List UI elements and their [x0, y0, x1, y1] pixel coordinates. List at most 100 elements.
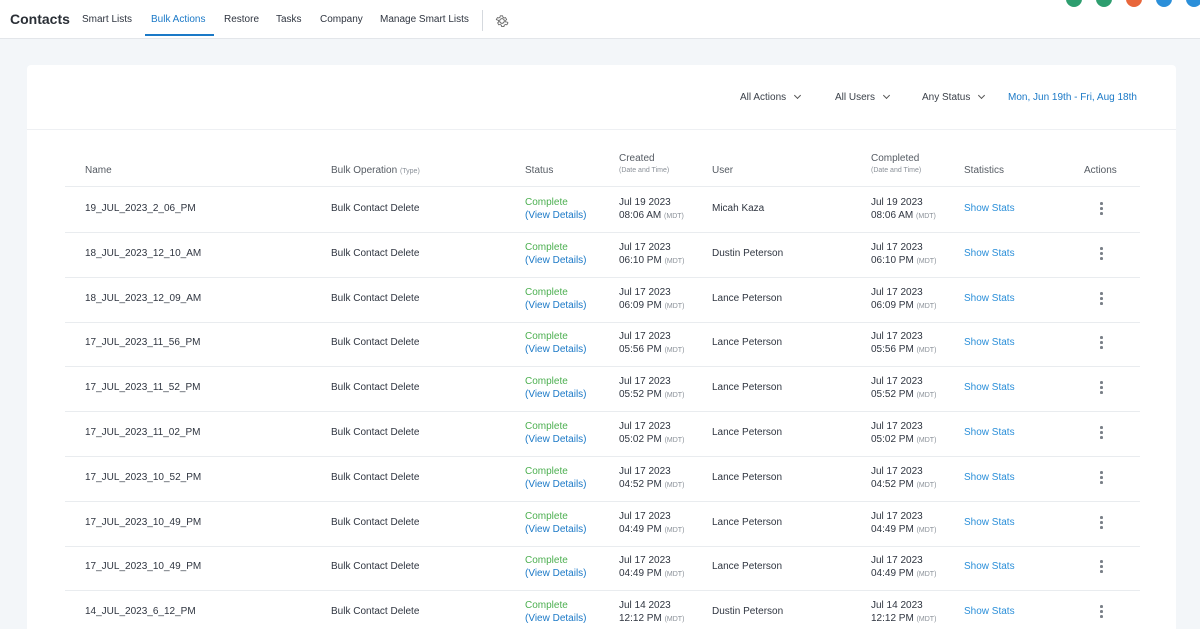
users-filter-dropdown[interactable]: All Users	[835, 91, 891, 103]
completed-timezone: (MDT)	[916, 437, 937, 444]
cell-completed-date: Jul 17 2023	[871, 242, 923, 253]
show-stats-link[interactable]: Show Stats	[964, 606, 1015, 617]
avatar[interactable]	[1186, 0, 1200, 7]
status-badge: Complete	[525, 376, 568, 387]
view-details-link[interactable]: (View Details)	[525, 434, 587, 445]
show-stats-link[interactable]: Show Stats	[964, 472, 1015, 483]
show-stats-link[interactable]: Show Stats	[964, 561, 1015, 572]
view-details-link[interactable]: (View Details)	[525, 479, 587, 490]
avatar[interactable]	[1066, 0, 1082, 7]
tab-company[interactable]: Company	[320, 14, 363, 25]
more-options-icon[interactable]	[1096, 605, 1106, 619]
more-options-icon[interactable]	[1096, 560, 1106, 574]
show-stats-link[interactable]: Show Stats	[964, 427, 1015, 438]
completed-time-value: 05:56 PM	[871, 344, 914, 355]
more-options-icon[interactable]	[1096, 381, 1106, 395]
tab-restore[interactable]: Restore	[224, 14, 259, 25]
cell-created-date: Jul 17 2023	[619, 287, 671, 298]
completed-timezone: (MDT)	[916, 347, 937, 354]
more-options-icon[interactable]	[1096, 247, 1106, 261]
show-stats-link[interactable]: Show Stats	[964, 337, 1015, 348]
table-row: 17_JUL_2023_10_52_PM Bulk Contact Delete C…	[65, 456, 1140, 501]
created-time-value: 06:09 PM	[619, 300, 662, 311]
view-details-link[interactable]: (View Details)	[525, 568, 587, 579]
actions-filter-dropdown[interactable]: All Actions	[740, 91, 802, 103]
completed-time-value: 04:49 PM	[871, 568, 914, 579]
tab-tasks[interactable]: Tasks	[276, 14, 302, 25]
view-details-link[interactable]: (View Details)	[525, 524, 587, 535]
cell-name: 17_JUL_2023_10_49_PM	[85, 517, 202, 528]
created-timezone: (MDT)	[664, 213, 684, 220]
table-row: 17_JUL_2023_11_02_PM Bulk Contact Delete C…	[65, 411, 1140, 456]
cell-user: Lance Peterson	[712, 337, 783, 348]
completed-time-value: 05:02 PM	[871, 434, 914, 445]
show-stats-link[interactable]: Show Stats	[964, 517, 1015, 528]
view-details-link[interactable]: (View Details)	[525, 389, 587, 400]
tab-manage-smart-lists[interactable]: Manage Smart Lists	[380, 14, 469, 25]
status-filter-dropdown[interactable]: Any Status	[922, 91, 986, 103]
view-details-link[interactable]: (View Details)	[525, 255, 587, 266]
completed-timezone: (MDT)	[916, 527, 937, 534]
more-options-icon[interactable]	[1096, 471, 1106, 485]
view-details-link[interactable]: (View Details)	[525, 300, 587, 311]
cell-completed-time: 08:06 AM (MDT)	[871, 210, 936, 221]
avatar[interactable]	[1156, 0, 1172, 7]
view-details-link[interactable]: (View Details)	[525, 344, 587, 355]
avatar[interactable]	[1126, 0, 1142, 7]
show-stats-link[interactable]: Show Stats	[964, 203, 1015, 214]
cell-completed-date: Jul 17 2023	[871, 511, 923, 522]
cell-user: Lance Peterson	[712, 427, 783, 438]
view-details-link[interactable]: (View Details)	[525, 210, 587, 221]
cell-created-time: 05:56 PM (MDT)	[619, 344, 684, 355]
gear-icon[interactable]	[494, 13, 510, 29]
status-badge: Complete	[525, 421, 568, 432]
more-options-icon[interactable]	[1096, 426, 1106, 440]
column-header-name: Name	[85, 165, 112, 176]
cell-completed-time: 06:10 PM (MDT)	[871, 255, 936, 266]
status-badge: Complete	[525, 331, 568, 342]
date-range-picker[interactable]: Mon, Jun 19th - Fri, Aug 18th	[1008, 92, 1137, 103]
filters-divider	[27, 129, 1176, 130]
cell-user: Dustin Peterson	[712, 606, 784, 617]
show-stats-link[interactable]: Show Stats	[964, 293, 1015, 304]
actions-filter-label: All Actions	[740, 92, 787, 103]
tab-bulk-actions[interactable]: Bulk Actions	[151, 14, 205, 25]
cell-operation: Bulk Contact Delete	[331, 606, 420, 617]
cell-completed-time: 05:02 PM (MDT)	[871, 434, 936, 445]
cell-completed-time: 06:09 PM (MDT)	[871, 300, 936, 311]
table-row: 18_JUL_2023_12_09_AM Bulk Contact Delete C…	[65, 277, 1140, 322]
cell-created-date: Jul 17 2023	[619, 331, 671, 342]
completed-timezone: (MDT)	[916, 616, 937, 623]
cell-created-time: 04:49 PM (MDT)	[619, 568, 684, 579]
cell-completed-date: Jul 17 2023	[871, 466, 923, 477]
cell-name: 17_JUL_2023_10_49_PM	[85, 561, 202, 572]
status-badge: Complete	[525, 555, 568, 566]
page-title: Contacts	[10, 11, 70, 27]
chevron-down-icon	[882, 91, 891, 100]
cell-completed-time: 05:52 PM (MDT)	[871, 389, 936, 400]
more-options-icon[interactable]	[1096, 336, 1106, 350]
more-options-icon[interactable]	[1096, 202, 1106, 216]
cell-operation: Bulk Contact Delete	[331, 561, 420, 572]
cell-operation: Bulk Contact Delete	[331, 337, 420, 348]
avatar[interactable]	[1096, 0, 1112, 7]
more-options-icon[interactable]	[1096, 516, 1106, 530]
cell-name: 17_JUL_2023_11_56_PM	[85, 337, 201, 348]
tab-smart-lists[interactable]: Smart Lists	[82, 14, 132, 25]
cell-completed-time: 04:49 PM (MDT)	[871, 524, 936, 535]
table-row: 18_JUL_2023_12_10_AM Bulk Contact Delete C…	[65, 232, 1140, 277]
more-options-icon[interactable]	[1096, 292, 1106, 306]
created-time-value: 05:52 PM	[619, 389, 662, 400]
completed-time-value: 08:06 AM	[871, 210, 914, 221]
view-details-link[interactable]: (View Details)	[525, 613, 587, 624]
table-row: 17_JUL_2023_11_52_PM Bulk Contact Delete C…	[65, 366, 1140, 411]
show-stats-link[interactable]: Show Stats	[964, 382, 1015, 393]
show-stats-link[interactable]: Show Stats	[964, 248, 1015, 259]
cell-completed-date: Jul 17 2023	[871, 555, 923, 566]
cell-completed-date: Jul 17 2023	[871, 376, 923, 387]
cell-created-date: Jul 17 2023	[619, 466, 671, 477]
cell-name: 17_JUL_2023_11_52_PM	[85, 382, 201, 393]
cell-completed-time: 04:49 PM (MDT)	[871, 568, 936, 579]
cell-operation: Bulk Contact Delete	[331, 472, 420, 483]
completed-timezone: (MDT)	[916, 392, 937, 399]
